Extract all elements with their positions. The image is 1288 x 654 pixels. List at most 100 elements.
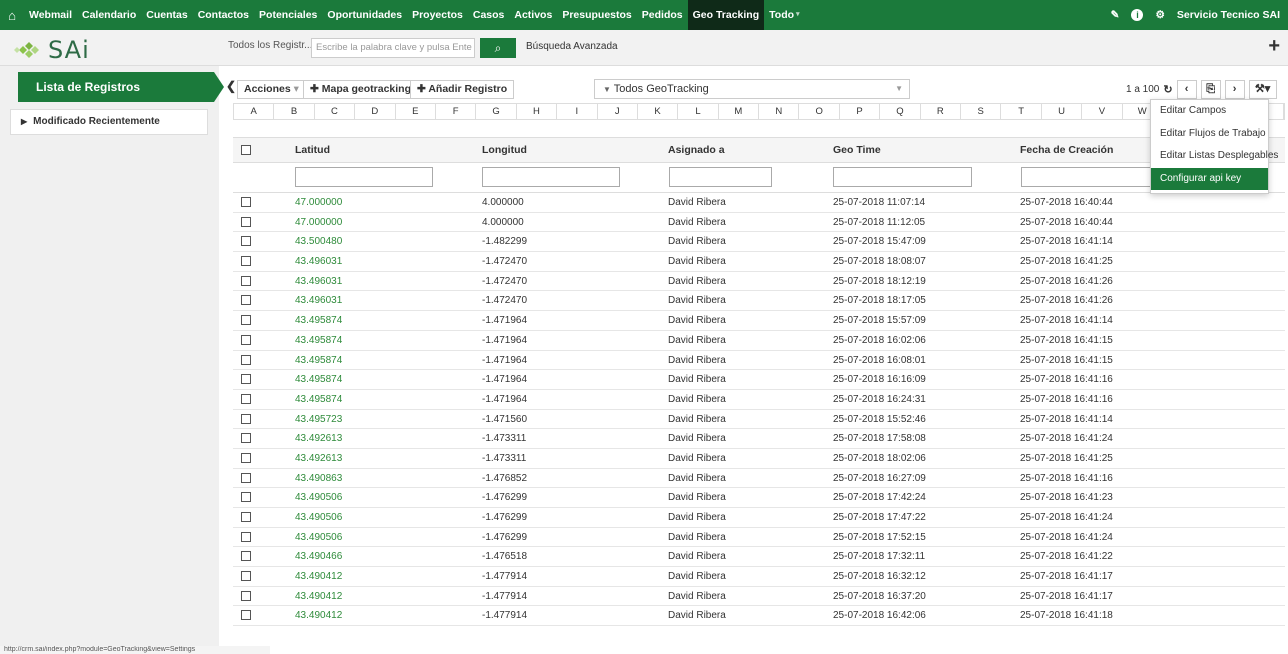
nav-item-proyectos[interactable]: Proyectos [407, 0, 468, 30]
filter-fecha-input[interactable] [1021, 167, 1160, 187]
row-checkbox[interactable] [241, 393, 251, 404]
menu-item-editar-campos[interactable]: Editar Campos [1151, 100, 1268, 123]
filter-longitud-input[interactable] [482, 167, 620, 187]
col-fecha-creacion[interactable]: Fecha de Creación [1020, 144, 1113, 156]
alpha-letter-k[interactable]: K [638, 104, 679, 119]
nav-item-contactos[interactable]: Contactos [193, 0, 254, 30]
alpha-letter-o[interactable]: O [799, 104, 840, 119]
cell-latitud[interactable]: 43.495723 [295, 410, 342, 429]
alpha-letter-t[interactable]: T [1001, 104, 1042, 119]
alpha-letter-v[interactable]: V [1082, 104, 1123, 119]
row-checkbox[interactable] [241, 492, 251, 503]
alpha-letter-q[interactable]: Q [880, 104, 921, 119]
cell-latitud[interactable]: 43.490412 [295, 606, 342, 625]
table-row[interactable]: 43.496031 -1.472470 David Ribera 25-07-2018… [233, 272, 1285, 292]
next-page-button[interactable]: › [1224, 80, 1245, 99]
row-checkbox[interactable] [241, 413, 251, 424]
table-row[interactable]: 43.490412 -1.477914 David Ribera 25-07-2018… [233, 587, 1285, 607]
row-checkbox[interactable] [241, 610, 251, 621]
user-name[interactable]: Servicio Tecnico SAI [1177, 9, 1280, 21]
nav-item-presupuestos[interactable]: Presupuestos [557, 0, 636, 30]
cell-latitud[interactable]: 43.496031 [295, 291, 342, 310]
cell-latitud[interactable]: 43.495874 [295, 351, 342, 370]
row-checkbox[interactable] [241, 354, 251, 365]
cell-latitud[interactable]: 43.496031 [295, 272, 342, 291]
alpha-letter-g[interactable]: G [476, 104, 517, 119]
search-scope-select[interactable]: Todos los Registr... ▾ [228, 40, 320, 51]
table-row[interactable]: 43.496031 -1.472470 David Ribera 25-07-2018… [233, 291, 1285, 312]
cell-latitud[interactable]: 43.492613 [295, 429, 342, 448]
filter-asignado-input[interactable] [669, 167, 772, 187]
row-checkbox[interactable] [241, 551, 251, 562]
cell-latitud[interactable]: 43.495874 [295, 390, 342, 409]
row-checkbox[interactable] [241, 334, 251, 345]
alpha-letter-i[interactable]: I [557, 104, 598, 119]
alpha-letter-s[interactable]: S [961, 104, 1002, 119]
search-input[interactable]: Escribe la palabra clave y pulsa Ente [311, 38, 475, 58]
cell-latitud[interactable]: 43.492613 [295, 449, 342, 468]
search-button[interactable]: ⌕ [480, 38, 516, 58]
alpha-letter-b[interactable]: B [274, 104, 315, 119]
list-filter-select[interactable]: ▼ Todos GeoTracking ▼ [594, 79, 910, 99]
cell-latitud[interactable]: 43.490506 [295, 488, 342, 507]
row-checkbox[interactable] [241, 295, 251, 306]
refresh-icon[interactable]: ↻ [1163, 83, 1172, 96]
recently-modified-toggle[interactable]: ▶ Modificado Recientemente [10, 109, 208, 135]
row-checkbox[interactable] [241, 571, 251, 582]
table-row[interactable]: 43.495874 -1.471964 David Ribera 25-07-2018… [233, 390, 1285, 410]
row-checkbox[interactable] [241, 512, 251, 522]
collapse-sidebar-icon[interactable]: ❮ [226, 79, 236, 93]
cell-latitud[interactable]: 43.495874 [295, 370, 342, 389]
table-row[interactable]: 43.492613 -1.473311 David Ribera 25-07-2018… [233, 449, 1285, 469]
row-checkbox[interactable] [241, 236, 251, 247]
alpha-letter-d[interactable]: D [355, 104, 396, 119]
col-geo-time[interactable]: Geo Time [833, 144, 881, 156]
alpha-letter-p[interactable]: P [840, 104, 881, 119]
table-row[interactable]: 43.492613 -1.473311 David Ribera 25-07-2018… [233, 429, 1285, 449]
home-icon[interactable]: ⌂ [0, 8, 24, 23]
alpha-letter-l[interactable]: L [678, 104, 719, 119]
filter-latitud-input[interactable] [295, 167, 433, 187]
alpha-letter-u[interactable]: U [1042, 104, 1083, 119]
table-row[interactable]: 43.495723 -1.471560 David Ribera 25-07-2018… [233, 410, 1285, 430]
row-checkbox[interactable] [241, 452, 251, 463]
row-checkbox[interactable] [241, 472, 251, 483]
cell-latitud[interactable]: 43.490863 [295, 469, 342, 488]
table-row[interactable]: 47.000000 4.000000 David Ribera 25-07-2018 … [233, 193, 1285, 213]
alpha-letter-n[interactable]: N [759, 104, 800, 119]
table-row[interactable]: 47.000000 4.000000 David Ribera 25-07-2018 … [233, 213, 1285, 233]
menu-item-editar-listas-desplegables[interactable]: Editar Listas Desplegables [1151, 145, 1278, 168]
nav-item-cuentas[interactable]: Cuentas [141, 0, 192, 30]
row-checkbox[interactable] [241, 433, 251, 444]
cell-latitud[interactable]: 47.000000 [295, 193, 342, 212]
table-row[interactable]: 43.490863 -1.476852 David Ribera 25-07-2018… [233, 469, 1285, 489]
cell-latitud[interactable]: 43.490412 [295, 567, 342, 586]
cell-latitud[interactable]: 43.495874 [295, 331, 342, 350]
logo[interactable]: SAi [14, 36, 90, 64]
nav-item-webmail[interactable]: Webmail [24, 0, 77, 30]
alpha-letter-c[interactable]: C [315, 104, 356, 119]
table-row[interactable]: 43.490506 -1.476299 David Ribera 25-07-2018… [233, 508, 1285, 528]
row-checkbox[interactable] [241, 216, 251, 227]
nav-item-todo[interactable]: Todo [764, 0, 799, 30]
row-checkbox[interactable] [241, 197, 251, 207]
prev-page-button[interactable]: ‹ [1176, 80, 1197, 99]
nav-item-potenciales[interactable]: Potenciales [254, 0, 322, 30]
actions-button[interactable]: Acciones ▾ [237, 80, 306, 99]
pencil-icon[interactable]: ✎ [1111, 9, 1120, 21]
table-row[interactable]: 43.495874 -1.471964 David Ribera 25-07-2018… [233, 370, 1285, 390]
info-icon[interactable]: i [1131, 9, 1144, 21]
col-longitud[interactable]: Longitud [482, 144, 527, 156]
alpha-letter-a[interactable]: A [234, 104, 275, 119]
alpha-letter-r[interactable]: R [921, 104, 962, 119]
col-asignado[interactable]: Asignado a [668, 144, 725, 156]
alpha-letter-h[interactable]: H [517, 104, 558, 119]
page-jump-button[interactable]: ⎘ [1200, 80, 1221, 99]
add-record-button[interactable]: ✚ Añadir Registro [410, 80, 515, 99]
table-row[interactable]: 43.490466 -1.476518 David Ribera 25-07-2018… [233, 547, 1285, 568]
wrench-settings-button[interactable]: ⚒▾ [1248, 80, 1277, 99]
nav-item-calendario[interactable]: Calendario [77, 0, 141, 30]
alpha-letter-j[interactable]: J [598, 104, 638, 119]
table-row[interactable]: 43.495874 -1.471964 David Ribera 25-07-2018… [233, 331, 1285, 351]
sidebar-title[interactable]: Lista de Registros [18, 72, 224, 102]
